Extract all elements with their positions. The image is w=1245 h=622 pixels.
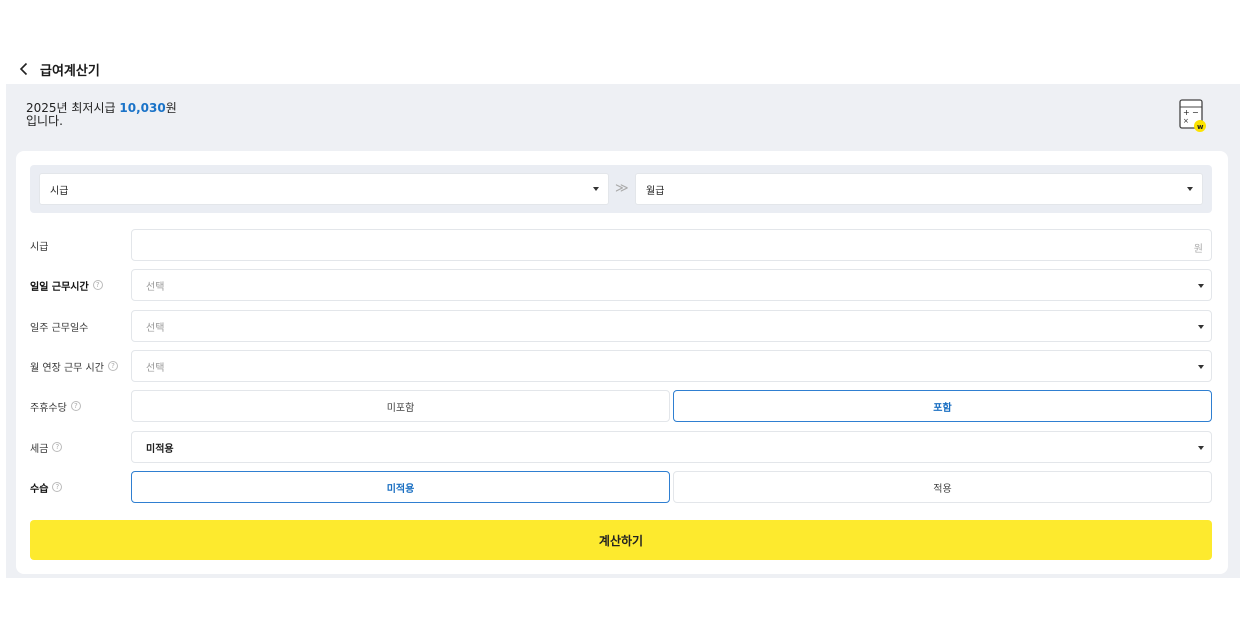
row-tax: 세금? 미적용 <box>30 431 1212 463</box>
help-icon[interactable]: ? <box>107 361 118 371</box>
row-hourly: 시급 원 <box>30 229 1212 261</box>
help-icon[interactable]: ? <box>52 482 63 492</box>
app-header: 급여계산기 <box>16 58 100 80</box>
weekly-days-label: 일주 근무일수 <box>30 310 88 342</box>
daily-hours-select[interactable]: 선택 <box>131 269 1212 301</box>
overtime-select[interactable]: 선택 <box>131 350 1212 382</box>
row-holiday-pay: 주휴수당? 미포함 포함 <box>30 390 1212 422</box>
double-chevron-right-icon: ≫ <box>615 181 629 196</box>
tax-label-text: 세금 <box>30 443 49 455</box>
row-probation: 수습? 미적용 적용 <box>30 471 1212 503</box>
caret-down-icon <box>1187 187 1193 191</box>
holiday-pay-label: 주휴수당? <box>30 390 81 422</box>
overtime-value: 선택 <box>146 362 165 374</box>
hourly-label-text: 시급 <box>30 241 49 253</box>
probation-label: 수습? <box>30 471 63 503</box>
help-icon[interactable]: ? <box>52 442 63 452</box>
weekly-days-value: 선택 <box>146 322 165 334</box>
from-unit-select[interactable]: 시급 <box>39 173 609 205</box>
daily-hours-label: 일일 근무시간? <box>30 269 103 301</box>
caret-down-icon <box>1198 325 1204 329</box>
row-overtime: 월 연장 근무 시간? 선택 <box>30 350 1212 382</box>
help-icon[interactable]: ? <box>70 401 81 411</box>
caret-down-icon <box>593 187 599 191</box>
caret-down-icon <box>1198 365 1204 369</box>
calculate-button-label: 계산하기 <box>598 533 644 548</box>
banner-text-prefix: 2025년 최저시급 <box>26 101 120 115</box>
caret-down-icon <box>1198 446 1204 450</box>
chevron-left-icon <box>19 62 27 76</box>
page-title: 급여계산기 <box>40 63 100 79</box>
hourly-input[interactable]: 원 <box>131 229 1212 261</box>
won-unit: 원 <box>1193 244 1203 255</box>
conversion-bar: 시급 ≫ 월급 <box>30 165 1212 213</box>
from-unit-value: 시급 <box>50 185 69 197</box>
svg-text:w: w <box>1197 123 1204 131</box>
svg-text:−: − <box>1192 108 1199 117</box>
overtime-label: 월 연장 근무 시간? <box>30 350 118 382</box>
hourly-label: 시급 <box>30 229 48 261</box>
min-wage-banner: 2025년 최저시급 10,030원 입니다. <box>26 102 177 128</box>
daily-hours-value: 선택 <box>146 281 165 293</box>
banner-text-suffix: 원 <box>165 101 177 115</box>
row-daily-hours: 일일 근무시간? 선택 <box>30 269 1212 301</box>
weekly-days-label-text: 일주 근무일수 <box>30 322 89 334</box>
holiday-pay-included-button[interactable]: 포함 <box>673 390 1212 422</box>
help-icon[interactable]: ? <box>92 280 103 290</box>
probation-label-text: 수습 <box>30 483 49 495</box>
calculator-panel: 2025년 최저시급 10,030원 입니다. · + − × w 시급 ≫ 월… <box>6 84 1240 578</box>
tax-value: 미적용 <box>146 443 174 455</box>
svg-text:+: + <box>1183 108 1190 117</box>
back-button[interactable] <box>16 60 30 78</box>
to-unit-value: 월급 <box>646 185 665 197</box>
banner-text-line2: 입니다. <box>26 114 63 128</box>
svg-text:×: × <box>1183 117 1189 125</box>
row-weekly-days: 일주 근무일수 선택 <box>30 310 1212 342</box>
tax-label: 세금? <box>30 431 63 463</box>
to-unit-select[interactable]: 월급 <box>635 173 1203 205</box>
probation-applied-label: 적용 <box>933 483 952 495</box>
calculator-card: 시급 ≫ 월급 시급 원 일일 근무시간? 선택 일주 근무일수 선택 월 연장… <box>16 151 1228 574</box>
calculator-icon: · + − × w <box>1179 99 1206 132</box>
holiday-pay-excluded-label: 미포함 <box>386 402 415 414</box>
probation-applied-button[interactable]: 적용 <box>673 471 1212 503</box>
probation-not-applied-label: 미적용 <box>386 483 415 495</box>
probation-not-applied-button[interactable]: 미적용 <box>131 471 670 503</box>
calculate-button[interactable]: 계산하기 <box>30 520 1212 560</box>
holiday-pay-included-label: 포함 <box>933 402 952 414</box>
daily-hours-label-text: 일일 근무시간 <box>30 281 89 293</box>
min-wage-value: 10,030 <box>119 101 166 115</box>
caret-down-icon <box>1198 284 1204 288</box>
holiday-pay-excluded-button[interactable]: 미포함 <box>131 390 670 422</box>
weekly-days-select[interactable]: 선택 <box>131 310 1212 342</box>
overtime-label-text: 월 연장 근무 시간 <box>30 362 104 374</box>
tax-select[interactable]: 미적용 <box>131 431 1212 463</box>
holiday-pay-label-text: 주휴수당 <box>30 402 67 414</box>
